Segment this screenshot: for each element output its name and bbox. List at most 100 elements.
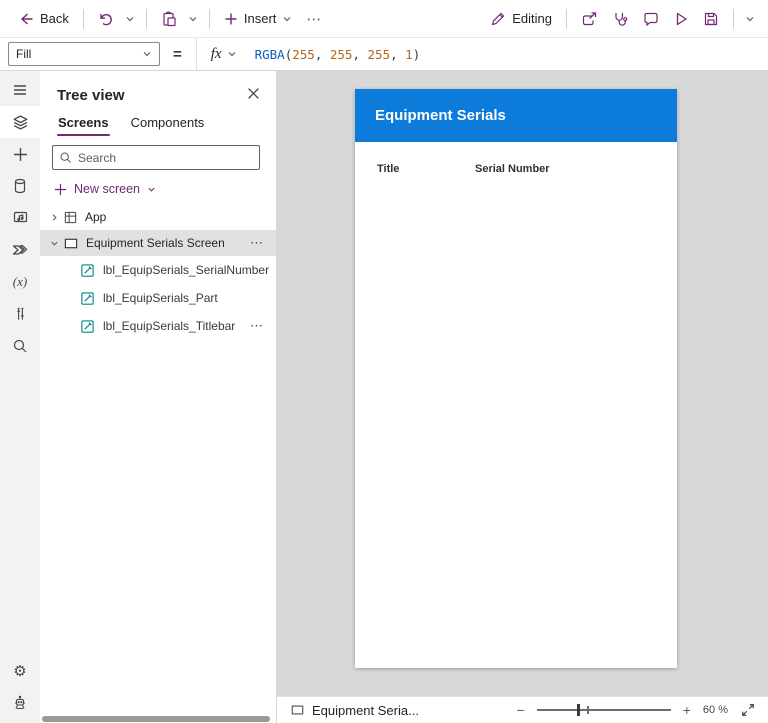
- tree-panel-tabs: Screens Components: [40, 111, 276, 136]
- app-checker-button[interactable]: [606, 7, 635, 31]
- insert-label: Insert: [244, 11, 277, 26]
- chevron-down-icon[interactable]: [47, 239, 61, 248]
- power-automate-icon: [12, 242, 28, 258]
- chevron-right-icon[interactable]: [47, 213, 61, 222]
- divider: [733, 9, 734, 29]
- pencil-icon: [490, 11, 506, 27]
- close-panel-button[interactable]: [245, 85, 262, 105]
- tree-item-lbl-serialnumber[interactable]: lbl_EquipSerials_SerialNumber: [40, 256, 276, 284]
- new-screen-button[interactable]: New screen: [52, 178, 158, 200]
- editing-label: Editing: [512, 11, 552, 26]
- undo-button[interactable]: [92, 7, 120, 31]
- back-button[interactable]: Back: [12, 7, 75, 31]
- undo-menu-chevron[interactable]: [122, 10, 138, 28]
- plus-icon: [54, 183, 67, 196]
- share-button[interactable]: [575, 7, 604, 31]
- preview-play-button[interactable]: [667, 7, 695, 31]
- canvas-title-label: Equipment Serials: [375, 107, 506, 124]
- chevron-down-icon: [147, 185, 156, 194]
- screen-icon: [290, 703, 305, 717]
- label-control-icon: [80, 291, 95, 306]
- editing-mode-button[interactable]: Editing: [484, 7, 558, 31]
- save-icon: [703, 11, 719, 27]
- current-screen-selector[interactable]: Equipment Seria...: [290, 703, 419, 718]
- app-icon: [63, 210, 78, 225]
- tree-item-label: lbl_EquipSerials_Part: [103, 291, 218, 305]
- insert-button[interactable]: Insert: [218, 7, 299, 30]
- topbar-left-group: Back Insert ⋯: [12, 6, 328, 32]
- rail-data-button[interactable]: [0, 170, 40, 202]
- layers-icon: [12, 114, 29, 131]
- back-label: Back: [40, 11, 69, 26]
- chevron-down-icon: [125, 14, 135, 24]
- rail-power-automate-button[interactable]: [0, 234, 40, 266]
- zoom-slider-handle[interactable]: [577, 704, 580, 716]
- canvas-label-title[interactable]: Title: [377, 163, 475, 175]
- more-options-icon[interactable]: ⋯: [250, 318, 264, 334]
- screen-icon: [63, 236, 79, 251]
- formula-number: 1: [405, 47, 413, 62]
- more-commands-button[interactable]: ⋯: [300, 6, 328, 32]
- tab-components[interactable]: Components: [130, 113, 206, 136]
- comments-button[interactable]: [637, 7, 665, 31]
- rail-settings-button[interactable]: ⚙: [0, 655, 40, 687]
- rail-copilot-bot-button[interactable]: [0, 687, 40, 719]
- chevron-down-icon: [227, 49, 237, 59]
- save-menu-chevron[interactable]: [742, 10, 758, 28]
- rail-insert-button[interactable]: [0, 138, 40, 170]
- canvas-work-area: Equipment Serials Title Serial Number: [277, 71, 768, 696]
- tab-screens[interactable]: Screens: [57, 113, 110, 136]
- property-selector[interactable]: Fill: [8, 42, 160, 66]
- zoom-controls: − + 60 %: [515, 702, 756, 718]
- zoom-out-button[interactable]: −: [515, 703, 527, 717]
- canvas-titlebar[interactable]: Equipment Serials: [355, 89, 677, 142]
- tree-search-box[interactable]: [52, 145, 260, 170]
- rail-search-button[interactable]: [0, 330, 40, 362]
- zoom-slider[interactable]: [537, 703, 671, 717]
- paste-button[interactable]: [155, 7, 183, 31]
- new-screen-label: New screen: [74, 182, 140, 196]
- expand-arrows-icon: [741, 703, 755, 717]
- divider: [83, 9, 84, 29]
- tree-view-panel: Tree view Screens Components New screen: [40, 71, 277, 723]
- formula-separator: ,: [315, 47, 330, 62]
- save-button[interactable]: [697, 7, 725, 31]
- more-options-icon[interactable]: ⋯: [250, 235, 264, 251]
- stethoscope-icon: [612, 11, 629, 27]
- close-icon: [247, 87, 260, 100]
- rail-menu-button[interactable]: [0, 74, 40, 106]
- rail-variables-button[interactable]: (x): [0, 266, 40, 298]
- topbar-right-group: Editing: [484, 7, 758, 31]
- canvas-label-serial-number[interactable]: Serial Number: [475, 163, 550, 175]
- rail-tree-view-button[interactable]: [0, 106, 40, 138]
- formula-input[interactable]: RGBA(255, 255, 255, 1): [247, 47, 768, 62]
- tree-item-app[interactable]: App: [40, 204, 276, 230]
- paste-menu-chevron[interactable]: [185, 10, 201, 28]
- fullscreen-button[interactable]: [740, 702, 756, 718]
- tree-item-equipment-serials-screen[interactable]: Equipment Serials Screen ⋯: [40, 230, 276, 256]
- formula-function: RGBA: [255, 47, 285, 62]
- left-rail: (x) ⚙: [0, 71, 40, 723]
- bot-icon: [12, 695, 28, 711]
- app-canvas[interactable]: Equipment Serials Title Serial Number: [355, 89, 677, 668]
- zoom-slider-track: [537, 709, 671, 711]
- tree-item-lbl-titlebar[interactable]: lbl_EquipSerials_Titlebar ⋯: [40, 312, 276, 340]
- tree-search-input[interactable]: [78, 151, 253, 165]
- chevron-down-icon: [745, 14, 755, 24]
- chevron-down-icon: [142, 49, 152, 59]
- formula-paren: ): [413, 47, 421, 62]
- top-command-bar: Back Insert ⋯: [0, 0, 768, 38]
- zoom-in-button[interactable]: +: [681, 703, 693, 717]
- formula-bar: Fill = fx RGBA(255, 255, 255, 1): [0, 38, 768, 71]
- formula-number: 255: [368, 47, 391, 62]
- fx-dropdown[interactable]: fx: [197, 38, 247, 70]
- zoom-percentage: 60 %: [703, 704, 728, 716]
- tree-item-lbl-part[interactable]: lbl_EquipSerials_Part: [40, 284, 276, 312]
- share-icon: [581, 11, 598, 27]
- horizontal-scrollbar[interactable]: [42, 716, 270, 722]
- rail-media-button[interactable]: [0, 202, 40, 234]
- ellipsis-icon: ⋯: [306, 10, 322, 28]
- rail-advanced-tools-button[interactable]: [0, 298, 40, 330]
- formula-number: 255: [292, 47, 315, 62]
- tree-panel-title: Tree view: [57, 87, 125, 104]
